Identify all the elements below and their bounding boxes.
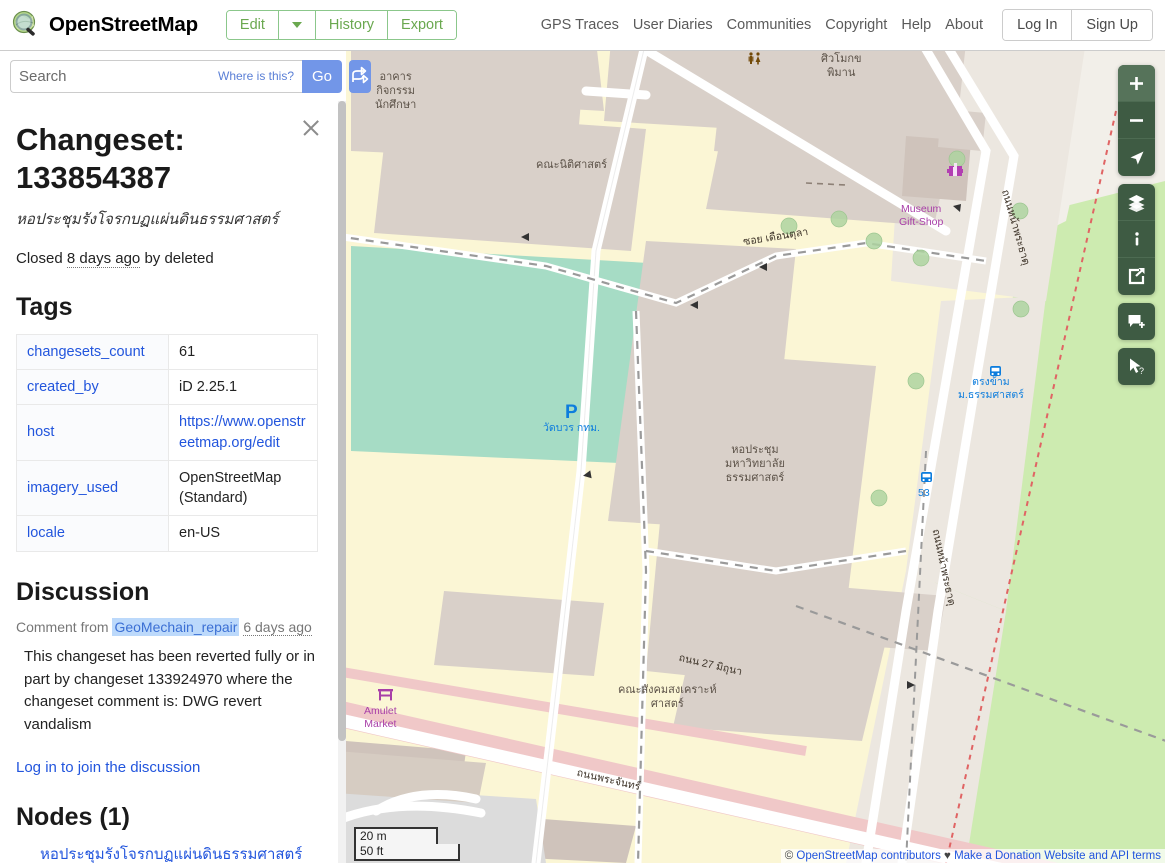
table-row: host https://www.openstreetmap.org/edit (17, 405, 318, 461)
zoom-in-button[interactable] (1118, 65, 1155, 102)
nav-about[interactable]: About (938, 17, 990, 33)
map-scale-bar: 20 m 50 ft (354, 827, 460, 861)
comment-author-link[interactable]: GeoMechain_repair (112, 618, 239, 636)
note-group (1118, 303, 1155, 340)
comment-meta: Comment from GeoMechain_repair 6 days ag… (16, 619, 322, 635)
edit-button-group: Edit History Export (226, 10, 457, 40)
log-in-to-join-discussion-link[interactable]: Log in to join the discussion (16, 759, 200, 776)
query-features-button[interactable]: ? (1118, 348, 1155, 385)
changeset-status: Closed 8 days ago by deleted (16, 250, 322, 267)
heart-icon: ♥ (944, 850, 951, 862)
zoom-out-button[interactable] (1118, 102, 1155, 139)
tag-value: en-US (169, 516, 318, 551)
table-row: locale en-US (17, 516, 318, 551)
tags-heading: Tags (16, 293, 322, 322)
tag-value: https://www.openstreetmap.org/edit (169, 405, 318, 461)
share-button[interactable] (1118, 258, 1155, 295)
map-tiles (346, 51, 1165, 863)
map-controls: ? (1118, 65, 1155, 393)
query-group: ? (1118, 348, 1155, 385)
edit-button[interactable]: Edit (227, 11, 279, 39)
osm-app: OpenStreetMap Edit History Export GPS Tr… (0, 0, 1165, 863)
tag-value: 61 (169, 334, 318, 369)
zoom-control-group (1118, 65, 1155, 176)
close-icon[interactable] (300, 117, 322, 139)
header-nav: GPS Traces User Diaries Communities Copy… (534, 9, 1153, 41)
table-row: imagery_used OpenStreetMap (Standard) (17, 460, 318, 516)
table-row: changesets_count 61 (17, 334, 318, 369)
tag-key[interactable]: host (17, 405, 169, 461)
history-button[interactable]: History (316, 11, 388, 39)
directions-button[interactable] (349, 60, 371, 93)
sign-up-button[interactable]: Sign Up (1072, 10, 1152, 40)
nodes-list: หอประชุมรังโจรกบฏแผ่นดินธรรมศาสตร์ (1074… (16, 844, 322, 863)
map-attribution: © OpenStreetMap contributors ♥ Make a Do… (781, 849, 1165, 863)
map-tools-group (1118, 184, 1155, 295)
status-prefix: Closed (16, 250, 63, 267)
tag-key[interactable]: created_by (17, 369, 169, 404)
attribution-contributors-link[interactable]: OpenStreetMap contributors (796, 850, 940, 862)
status-author: by deleted (144, 250, 213, 267)
log-in-button[interactable]: Log In (1003, 10, 1072, 40)
tag-value: iD 2.25.1 (169, 369, 318, 404)
search-bar: Where is this? Go (0, 51, 332, 101)
search-go-button[interactable]: Go (302, 60, 342, 93)
export-button[interactable]: Export (388, 11, 456, 39)
layers-button[interactable] (1118, 184, 1155, 221)
scale-metric: 20 m (354, 827, 438, 844)
tag-key[interactable]: imagery_used (17, 460, 169, 516)
changeset-comment: หอประชุมรังโจรกบฏแผ่นดินธรรมศาสตร์ (16, 209, 322, 230)
edit-dropdown-toggle[interactable] (279, 11, 316, 39)
add-note-button[interactable] (1118, 303, 1155, 340)
sidebar-content: Changeset: 133854387 หอประชุมรังโจรกบฏแผ… (0, 121, 338, 863)
nodes-heading: Nodes (1) (16, 803, 322, 832)
node-name: หอประชุมรังโจรกบฏแผ่นดินธรรมศาสตร์ (40, 846, 302, 863)
make-a-donation-link[interactable]: Make a Donation (954, 850, 1041, 862)
comment-body: This changeset has been reverted fully o… (24, 646, 316, 737)
map-viewport[interactable]: อาคาร กิจกรรม นักศึกษา คณะนิติศาสตร์ ศิว… (346, 51, 1165, 863)
locate-button[interactable] (1118, 139, 1155, 176)
osm-magnifier-logo-icon (11, 10, 41, 40)
auth-button-group: Log In Sign Up (1002, 9, 1153, 41)
copyright-icon: © (785, 850, 793, 862)
tags-table: changesets_count 61 created_by iD 2.25.1… (16, 334, 318, 552)
nav-gps-traces[interactable]: GPS Traces (534, 17, 626, 33)
site-header: OpenStreetMap Edit History Export GPS Tr… (0, 0, 1165, 51)
nav-communities[interactable]: Communities (720, 17, 819, 33)
status-timestamp[interactable]: 8 days ago (67, 250, 140, 268)
svg-text:?: ? (1139, 366, 1144, 376)
scale-imperial: 50 ft (354, 844, 460, 861)
tag-key[interactable]: locale (17, 516, 169, 551)
tag-key[interactable]: changesets_count (17, 334, 169, 369)
tag-value-link[interactable]: https://www.openstreetmap.org/edit (179, 414, 306, 450)
nav-user-diaries[interactable]: User Diaries (626, 17, 720, 33)
brand-name: OpenStreetMap (49, 13, 198, 37)
page-title: Changeset: 133854387 (16, 121, 322, 197)
comment-timestamp[interactable]: 6 days ago (243, 619, 312, 636)
brand-home-link[interactable]: OpenStreetMap (11, 10, 198, 40)
changeset-sidebar: Changeset: 133854387 หอประชุมรังโจรกบฏแผ… (0, 101, 346, 863)
discussion-heading: Discussion (16, 578, 322, 607)
map-info-button[interactable] (1118, 221, 1155, 258)
list-item[interactable]: หอประชุมรังโจรกบฏแผ่นดินธรรมศาสตร์ (1074… (16, 844, 316, 863)
tag-value: OpenStreetMap (Standard) (169, 460, 318, 516)
search-input[interactable] (19, 68, 218, 85)
sidebar-scrollbar[interactable] (338, 101, 346, 863)
comment-from-label: Comment from (16, 619, 109, 635)
nav-help[interactable]: Help (894, 17, 938, 33)
search-box: Where is this? (10, 60, 302, 93)
table-row: created_by iD 2.25.1 (17, 369, 318, 404)
directions-icon (349, 64, 371, 89)
where-is-this-link[interactable]: Where is this? (218, 69, 294, 83)
chevron-down-icon (292, 22, 302, 28)
sidebar-scrollbar-thumb[interactable] (338, 101, 346, 741)
nav-copyright[interactable]: Copyright (818, 17, 894, 33)
website-and-api-terms-link[interactable]: Website and API terms (1044, 850, 1161, 862)
